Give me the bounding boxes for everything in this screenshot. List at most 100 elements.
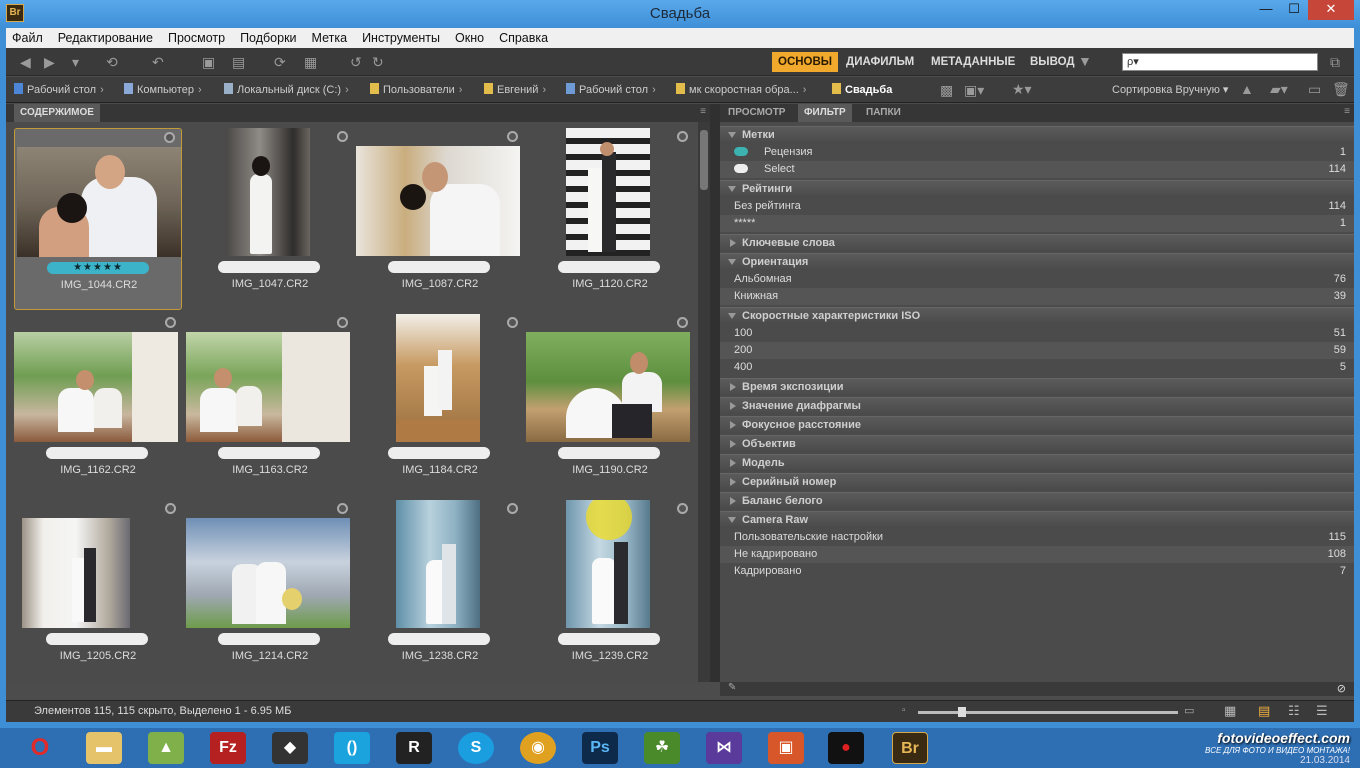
thumbnail[interactable]: IMG_1184.CR2 — [356, 314, 524, 496]
breadcrumb-item[interactable]: Компьютер › — [124, 83, 202, 96]
skype-icon[interactable]: S — [458, 732, 494, 764]
stack-badge-icon[interactable] — [507, 503, 518, 514]
stack-badge-icon[interactable] — [337, 131, 348, 142]
thumbnail-size-slider[interactable] — [918, 707, 1178, 717]
thumbnail[interactable]: ★★★★★ IMG_1044.CR2 — [14, 128, 182, 310]
filter-section-keywords[interactable]: Ключевые слова — [720, 234, 1354, 251]
view-thumbnails-icon[interactable]: ▤ — [1258, 703, 1270, 719]
photoshop-icon[interactable]: Ps — [582, 732, 618, 764]
rating-empty[interactable] — [388, 447, 490, 459]
clock-date[interactable]: 21.03.2014 — [1205, 755, 1350, 766]
maximize-button[interactable]: ☐ — [1280, 0, 1308, 20]
filter-row[interactable]: 200 59 — [720, 342, 1354, 359]
thumbnail[interactable]: IMG_1047.CR2 — [186, 128, 354, 310]
breadcrumb-item[interactable]: Рабочий стол › — [566, 83, 656, 96]
pin-icon[interactable]: ✎ — [728, 682, 736, 693]
rating-empty[interactable] — [388, 633, 490, 645]
camera-download-icon[interactable]: ▣ — [202, 54, 215, 71]
stack-badge-icon[interactable] — [164, 132, 175, 143]
scrollbar-thumb[interactable] — [700, 130, 708, 190]
menu-view[interactable]: Просмотр — [168, 31, 225, 45]
rating-empty[interactable] — [46, 633, 148, 645]
filter-section-lens[interactable]: Объектив — [720, 435, 1354, 452]
stack-badge-icon[interactable] — [507, 317, 518, 328]
stack-badge-icon[interactable] — [337, 503, 348, 514]
thumbnail[interactable]: IMG_1205.CR2 — [14, 500, 182, 682]
menu-edit[interactable]: Редактирование — [58, 31, 153, 45]
open-recent-icon[interactable]: ▰▾ — [1270, 81, 1288, 98]
zoom-out-icon[interactable]: ▫ — [902, 705, 906, 716]
thumbnail[interactable]: IMG_1162.CR2 — [14, 314, 182, 496]
tab-content[interactable]: СОДЕРЖИМОЕ — [14, 104, 100, 122]
filter-row[interactable]: Рецензия 1 — [720, 144, 1354, 161]
workspace-output[interactable]: ВЫВОД — [1024, 52, 1081, 72]
filter-row[interactable]: Кадрировано 7 — [720, 563, 1354, 580]
refine-icon[interactable]: ▤ — [232, 54, 245, 71]
breadcrumb-item[interactable]: мк скоростная обра... › — [676, 83, 806, 96]
slider-handle[interactable] — [958, 707, 966, 717]
rating-empty[interactable] — [558, 633, 660, 645]
view-details-icon[interactable]: ☷ — [1288, 703, 1300, 719]
menu-help[interactable]: Справка — [499, 31, 548, 45]
filezilla-icon[interactable]: Fz — [210, 732, 246, 764]
filter-section-model[interactable]: Модель — [720, 454, 1354, 471]
menu-label[interactable]: Метка — [312, 31, 348, 45]
thumbnail[interactable]: IMG_1190.CR2 — [526, 314, 694, 496]
output-icon[interactable]: ▦ — [304, 54, 317, 71]
new-folder-icon[interactable]: ▭ — [1308, 81, 1321, 98]
file-explorer-icon[interactable]: ▬ — [86, 732, 122, 764]
breadcrumb-item[interactable]: Евгений › — [484, 83, 546, 96]
view-list-icon[interactable]: ☰ — [1316, 703, 1328, 719]
minimize-button[interactable]: — — [1252, 0, 1280, 20]
evernote-icon[interactable]: ☘ — [644, 732, 680, 764]
recent-folder-icon[interactable]: ⟲ — [106, 54, 118, 71]
filter-section-iso[interactable]: Скоростные характеристики ISO — [720, 307, 1354, 324]
filter-row[interactable]: 100 51 — [720, 325, 1354, 342]
breadcrumb-item[interactable]: Рабочий стол › — [14, 83, 104, 96]
chart-app-icon[interactable]: ▲ — [148, 732, 184, 764]
stack-badge-icon[interactable] — [507, 131, 518, 142]
utility-app-icon[interactable]: ◆ — [272, 732, 308, 764]
filter-section-focal-length[interactable]: Фокусное расстояние — [720, 416, 1354, 433]
stack-badge-icon[interactable] — [165, 503, 176, 514]
filter-row[interactable]: Без рейтинга 114 — [720, 198, 1354, 215]
chrome-icon[interactable]: ◉ — [520, 732, 556, 764]
thumbnail[interactable]: IMG_1163.CR2 — [186, 314, 354, 496]
filter-section-exposure[interactable]: Время экспозиции — [720, 378, 1354, 395]
breadcrumb-item[interactable]: Локальный диск (C:) › — [224, 83, 349, 96]
recorder-icon[interactable]: ● — [828, 732, 864, 764]
rating-empty[interactable] — [388, 261, 490, 273]
dropdown-arrow-icon[interactable]: ▾ — [72, 54, 79, 71]
filter-section-aperture[interactable]: Значение диафрагмы — [720, 397, 1354, 414]
rating-empty[interactable] — [218, 447, 320, 459]
breadcrumb-item[interactable]: Пользователи › — [370, 83, 462, 96]
zoom-in-icon[interactable]: ▭ — [1184, 704, 1194, 717]
brackets-app-icon[interactable]: () — [334, 732, 370, 764]
visual-studio-icon[interactable]: ⋈ — [706, 732, 742, 764]
star-filter-icon[interactable]: ★▾ — [1012, 81, 1032, 98]
workspace-metadata[interactable]: МЕТАДАННЫЕ — [925, 52, 1021, 72]
panel-divider[interactable] — [710, 104, 720, 682]
filter-row[interactable]: Книжная 39 — [720, 288, 1354, 305]
filter-section-white-balance[interactable]: Баланс белого — [720, 492, 1354, 509]
rating-stars[interactable]: ★★★★★ — [47, 262, 149, 274]
compact-mode-icon[interactable]: ⧉ — [1330, 54, 1340, 71]
filter-section-orientation[interactable]: Ориентация — [720, 253, 1354, 270]
opera-icon[interactable]: O — [22, 732, 58, 764]
rating-empty[interactable] — [218, 261, 320, 273]
thumbnail[interactable]: IMG_1087.CR2 — [356, 128, 524, 310]
tab-preview[interactable]: ПРОСМОТР — [722, 104, 791, 122]
office-app-icon[interactable]: ▣ — [768, 732, 804, 764]
content-scrollbar[interactable] — [698, 122, 710, 682]
bridge-taskbar-icon[interactable]: Br — [892, 732, 928, 764]
stack-badge-icon[interactable] — [337, 317, 348, 328]
thumbnail[interactable]: IMG_1239.CR2 — [526, 500, 694, 682]
sort-ascending-icon[interactable]: ▲ — [1240, 81, 1254, 97]
filter-row[interactable]: Select 114 — [720, 161, 1354, 178]
filter-row[interactable]: Альбомная 76 — [720, 271, 1354, 288]
rotate-right-icon[interactable]: ↻ — [372, 54, 384, 71]
rotate-left-icon[interactable]: ↺ — [350, 54, 362, 71]
grid-lock-icon[interactable]: ▦ — [1224, 703, 1236, 719]
stack-badge-icon[interactable] — [677, 131, 688, 142]
workspace-essentials[interactable]: ОСНОВЫ — [772, 52, 839, 72]
